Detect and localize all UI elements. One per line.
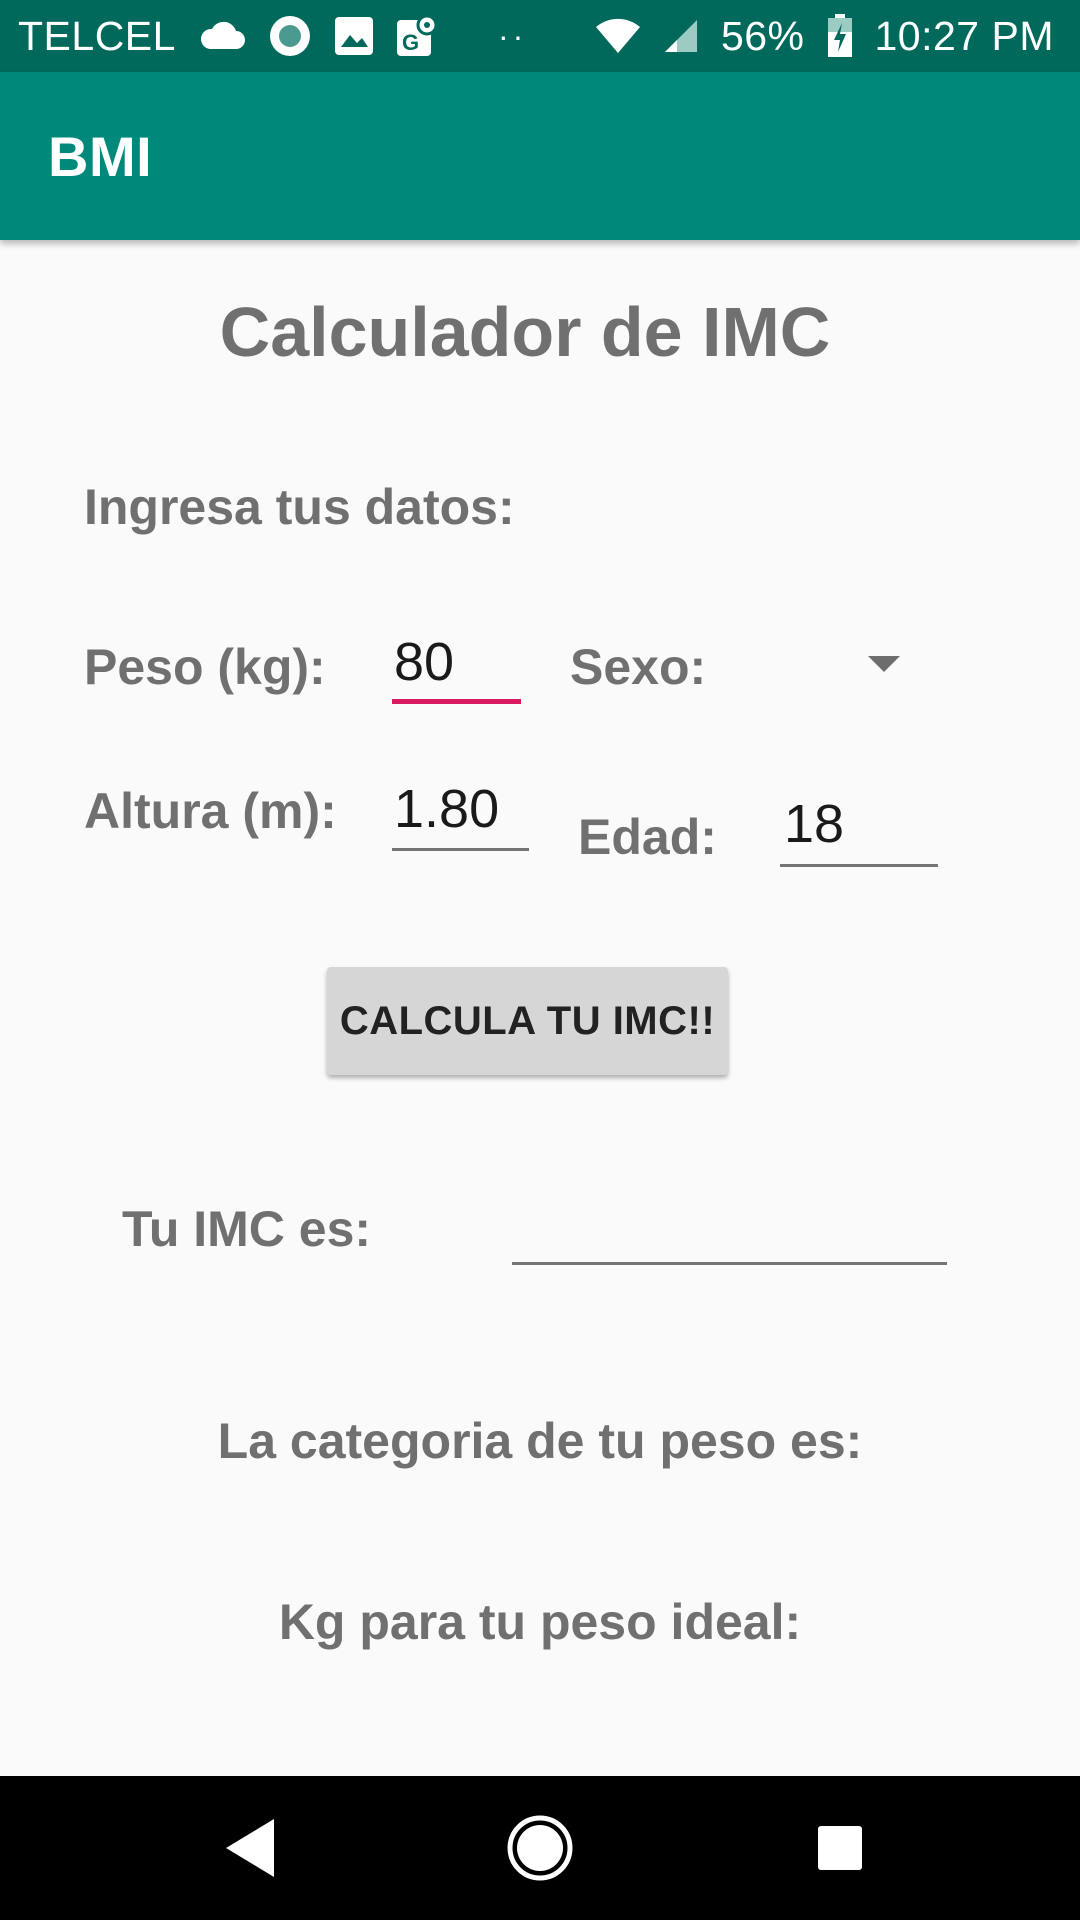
weight-value: 80 (394, 632, 455, 692)
bmi-result-field (512, 1262, 947, 1265)
clock: 10:27 PM (874, 12, 1054, 59)
battery-charging-icon (827, 14, 853, 58)
age-value: 18 (784, 794, 845, 854)
bmi-label: Tu IMC es: (122, 1201, 372, 1257)
screen: TELCEL G ·· 56% 10:27 PM BMI Calculador … (0, 0, 1080, 1920)
cloud-icon (198, 21, 246, 51)
recents-icon[interactable] (790, 1798, 890, 1898)
status-bar: TELCEL G ·· 56% 10:27 PM (0, 0, 1080, 72)
section-label: Ingresa tus datos: (84, 479, 515, 535)
wifi-icon (595, 17, 641, 55)
carrier-name: TELCEL (18, 12, 176, 59)
cell-signal-icon (663, 18, 699, 54)
page-title: Calculador de IMC (219, 293, 831, 371)
dropdown-arrow-icon (868, 656, 900, 672)
weight-input[interactable]: 80 (392, 630, 521, 704)
age-input[interactable]: 18 (780, 792, 938, 867)
sex-label: Sexo: (570, 639, 707, 695)
battery-percent: 56% (720, 12, 805, 59)
ideal-weight-label: Kg para tu peso ideal: (278, 1594, 802, 1650)
more-dots-icon: ·· (497, 17, 528, 54)
height-label: Altura (m): (84, 783, 337, 839)
age-label: Edad: (578, 809, 717, 865)
height-input[interactable]: 1.80 (392, 777, 529, 851)
svg-text:G: G (402, 30, 419, 55)
app-title: BMI (48, 124, 153, 188)
home-icon[interactable] (490, 1798, 590, 1898)
weight-label: Peso (kg): (84, 639, 326, 695)
back-icon[interactable] (200, 1798, 300, 1898)
maps-icon: G (396, 14, 438, 58)
sex-spinner[interactable] (700, 620, 940, 710)
category-label: La categoria de tu peso es: (217, 1413, 863, 1469)
image-icon (334, 16, 374, 56)
navigation-bar (0, 1776, 1080, 1920)
calculate-button[interactable]: CALCULA TU IMC!! (327, 967, 728, 1075)
circle-notification-icon (268, 14, 312, 58)
app-bar: BMI (0, 72, 1080, 240)
height-value: 1.80 (394, 779, 500, 839)
